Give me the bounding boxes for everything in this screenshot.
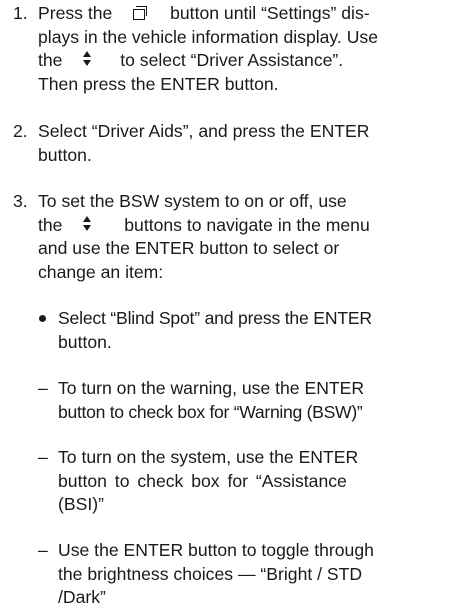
step-2-line-1: Select “Driver Aids”, and press the ENTE…	[38, 121, 370, 141]
dash-item-1: – To turn on the warning, use the ENTER …	[0, 377, 422, 424]
bullet-line-2: button.	[58, 331, 112, 352]
dash-3-line-3: /Dark”	[58, 587, 106, 607]
dash-1-line-1: To turn on the warning, use the ENTER	[58, 378, 365, 398]
step-number: 2.	[13, 121, 28, 141]
up-down-arrows-icon	[83, 215, 93, 232]
step-1-line-2: plays in the vehicle information display…	[38, 26, 378, 47]
display-screen-icon	[133, 5, 148, 20]
step-3-line-2: the buttons to navigate in the menu	[38, 214, 422, 238]
dash-2-line-3: (BSI)”	[58, 494, 104, 514]
step-1: 1. Press the button until “Settings” dis…	[0, 2, 422, 96]
dash-1-line-2: button to check box for “Warning (BSW)”	[58, 401, 363, 422]
dash-3-line-1: Use the ENTER button to toggle through	[58, 540, 374, 560]
bullet-item: Select “Blind Spot” and press the ENTER …	[0, 307, 422, 354]
dash-mark: –	[38, 540, 48, 560]
dash-3-line-2: the brightness choices — “Bright / STD	[58, 563, 363, 584]
step-1-text-d: to select “Driver Assistance”.	[120, 50, 344, 70]
dash-2-line-2: button to check box for “Assistance	[58, 470, 347, 491]
dash-item-3: – Use the ENTER button to toggle through…	[0, 539, 422, 610]
step-3-line-4: change an item:	[38, 261, 164, 282]
dash-mark: –	[38, 378, 48, 398]
step-1-line-1: Press the button until “Settings” dis-	[38, 2, 422, 26]
dash-item-2: – To turn on the system, use the ENTER b…	[0, 446, 422, 517]
step-1-text-a: Press the	[38, 3, 113, 23]
dash-2-line-1: To turn on the system, use the ENTER	[58, 447, 359, 467]
step-2: 2. Select “Driver Aids”, and press the E…	[0, 120, 422, 167]
step-3-line-1: To set the BSW system to on or off, use	[38, 191, 347, 211]
step-1-line-3: the to select “Driver Assistance”.	[38, 49, 422, 73]
step-number: 1.	[13, 3, 28, 23]
step-3-line-3: and use the ENTER button to select or	[38, 238, 340, 258]
step-3: 3. To set the BSW system to on or off, u…	[0, 190, 422, 284]
dash-mark: –	[38, 447, 48, 467]
step-number: 3.	[13, 191, 28, 211]
up-down-arrows-icon	[83, 51, 93, 67]
bullet-line-1: Select “Blind Spot” and press the ENTER	[58, 308, 372, 328]
step-1-text-c: the	[38, 50, 63, 70]
step-3-text-b: buttons to navigate in the menu	[124, 214, 370, 235]
step-3-text-a: the	[38, 214, 63, 235]
bullet-dot-icon	[39, 315, 46, 322]
step-1-text-b: button until “Settings” dis-	[170, 3, 370, 23]
step-1-line-4: Then press the ENTER button.	[38, 73, 279, 94]
step-2-line-2: button.	[38, 144, 92, 165]
